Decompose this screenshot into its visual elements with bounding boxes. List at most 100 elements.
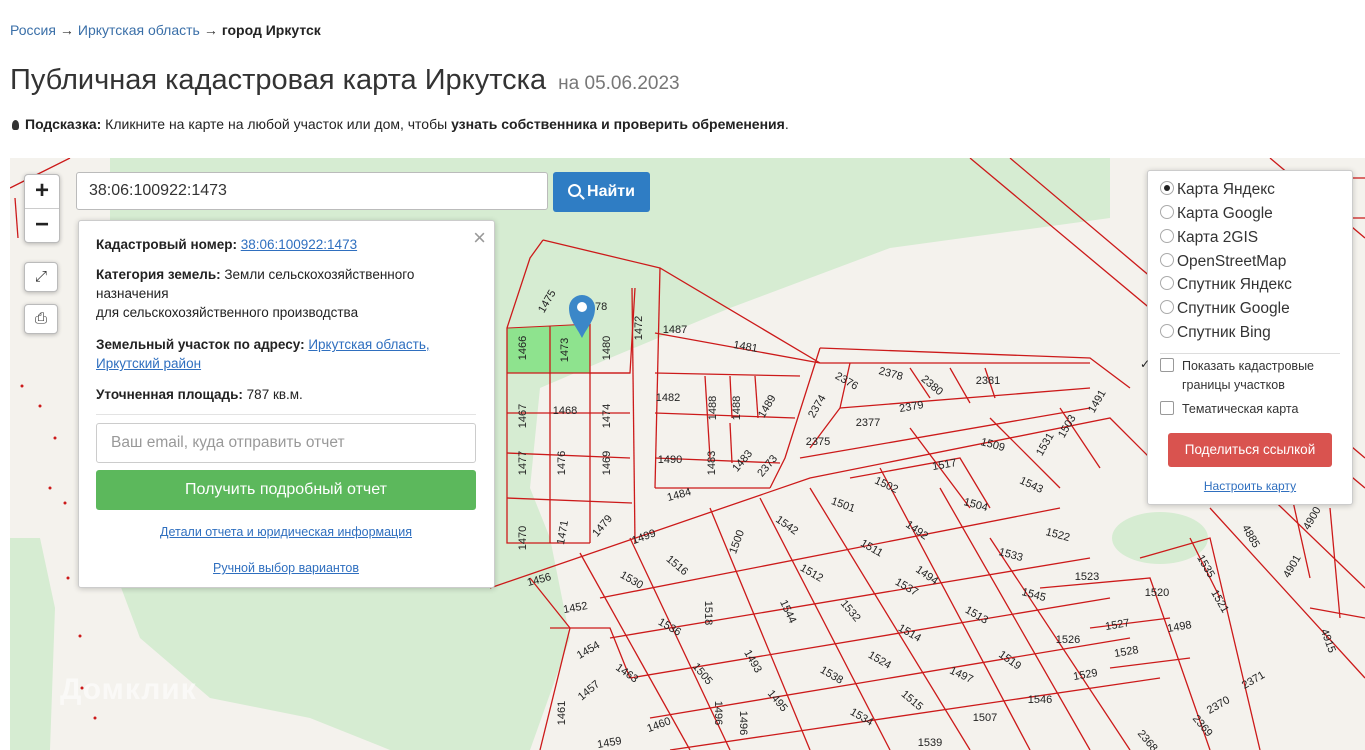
parcel-label: 2369 <box>1190 713 1215 739</box>
radio-icon[interactable] <box>1160 300 1174 314</box>
parcel-label: 2374 <box>806 393 829 420</box>
parcel-label: 1533 <box>997 546 1024 564</box>
parcel-label: 1517 <box>931 457 957 473</box>
parcel-label: 1516 <box>664 553 690 578</box>
radio-icon[interactable] <box>1160 324 1174 338</box>
lightbulb-icon <box>12 120 19 130</box>
parcel-label: 2375 <box>806 436 830 448</box>
parcel-label: 1472 <box>633 316 645 340</box>
parcel-label: 2371 <box>1240 669 1267 692</box>
page-title-date: на 05.06.2023 <box>558 73 680 94</box>
layer-option-label: Карта Яндекс <box>1177 181 1275 198</box>
radio-icon[interactable] <box>1160 253 1174 267</box>
parcel-label: 1531 <box>1034 431 1057 458</box>
parcel-label: 1530 <box>618 569 645 592</box>
layer-option-label: Карта Google <box>1177 205 1273 222</box>
parcel-label: 1521 <box>1208 588 1231 615</box>
parcel-label: 1496 <box>712 701 724 725</box>
zoom-control: + − <box>24 174 60 243</box>
radio-icon[interactable] <box>1160 229 1174 243</box>
parcel-label: 1523 <box>1075 571 1099 583</box>
layer-option-yandex-map[interactable]: Карта Яндекс <box>1160 179 1275 201</box>
land-category-label: Категория земель: <box>96 267 221 282</box>
parcel-label: 1545 <box>1020 586 1047 604</box>
parcel-label: 2379 <box>898 399 924 415</box>
print-button[interactable]: ⎙ <box>24 304 58 334</box>
get-report-button[interactable]: Получить подробный отчет <box>96 470 476 510</box>
layer-option-google-map[interactable]: Карта Google <box>1160 203 1273 225</box>
cadastral-map[interactable]: 1475 1478 1472 1487 1481 1466 1473 1480 1467 1468… <box>10 158 1365 750</box>
thematic-map-toggle[interactable]: Тематическая карта <box>1160 400 1298 419</box>
parcel-label: 4915 <box>1318 627 1338 654</box>
parcel-label: 1543 <box>1018 475 1045 496</box>
parcel-label: 4885 <box>1239 523 1262 550</box>
parcel-label: 1493 <box>741 648 764 675</box>
parcel-label: 1489 <box>756 393 779 420</box>
find-button[interactable]: Найти <box>553 172 650 212</box>
email-field[interactable] <box>96 423 476 463</box>
page-title-text: Публичная кадастровая карта Иркутска <box>10 64 547 96</box>
popup-divider <box>96 414 476 415</box>
parcel-label: 1480 <box>601 336 613 360</box>
zoom-in-button[interactable]: + <box>25 175 59 208</box>
parcel-label: 1488 <box>707 396 719 420</box>
breadcrumb-irkutsk-region[interactable]: Иркутская область <box>78 22 200 38</box>
layer-option-google-satellite[interactable]: Спутник Google <box>1160 298 1290 320</box>
layer-option-bing-satellite[interactable]: Спутник Bing <box>1160 322 1271 344</box>
parcel-label: 1509 <box>979 436 1006 454</box>
parcel-label: 1512 <box>798 562 825 585</box>
cadastral-borders-toggle[interactable]: Показать кадастровые границы участков <box>1160 357 1357 395</box>
parcel-label: 1514 <box>896 622 923 645</box>
configure-map-link[interactable]: Настроить карту <box>1148 479 1352 493</box>
hint: Подсказка: Кликните на карте на любой уч… <box>12 116 789 132</box>
parcel-label: 1502 <box>873 475 900 496</box>
radio-icon[interactable] <box>1160 276 1174 290</box>
hint-text: Кликните на карте на любой участок или д… <box>101 116 452 132</box>
parcel-label: 1513 <box>963 604 990 627</box>
parcel-label: 1524 <box>866 649 893 672</box>
fullscreen-button[interactable]: ⤢ <box>24 262 58 292</box>
page-title: Публичная кадастровая карта Иркутска на … <box>10 64 680 97</box>
checkbox-icon[interactable] <box>1160 401 1174 415</box>
parcel-label: 1518 <box>702 601 714 625</box>
layer-option-2gis-map[interactable]: Карта 2GIS <box>1160 227 1258 249</box>
breadcrumb-separator: → <box>203 22 218 38</box>
parcel-label: 1461 <box>556 701 568 725</box>
parcel-label: 1487 <box>663 324 687 336</box>
layer-option-yandex-satellite[interactable]: Спутник Яндекс <box>1160 274 1292 296</box>
hint-bold: узнать собственника и проверить обремене… <box>451 116 785 132</box>
parcel-label: 1544 <box>777 598 798 625</box>
parcel-label: 1498 <box>1166 619 1192 635</box>
parcel-label: 1528 <box>1113 644 1139 660</box>
parcel-label: 4900 <box>1301 505 1324 532</box>
cadastral-search-input[interactable] <box>76 172 548 210</box>
parcel-label: 1482 <box>656 392 680 404</box>
radio-icon[interactable] <box>1160 205 1174 219</box>
radio-icon[interactable] <box>1160 181 1174 195</box>
parcel-label: 1535 <box>1194 553 1217 580</box>
parcel-label: 1519 <box>996 649 1023 673</box>
parcel-label: 1520 <box>1145 587 1169 599</box>
report-details-link[interactable]: Детали отчета и юридическая информация <box>96 525 476 539</box>
share-link-button[interactable]: Поделиться ссылкой <box>1168 433 1332 467</box>
parcel-label: 1483 <box>706 451 718 475</box>
layer-option-label: Спутник Google <box>1177 300 1290 317</box>
printer-icon: ⎙ <box>34 310 47 327</box>
layer-option-openstreetmap[interactable]: OpenStreetMap <box>1160 251 1286 273</box>
cadastral-number-link[interactable]: 38:06:100922:1473 <box>241 237 357 252</box>
parcel-label: 1476 <box>556 451 568 475</box>
checkbox-icon[interactable] <box>1160 358 1174 372</box>
search-icon <box>568 184 582 197</box>
layer-option-label: OpenStreetMap <box>1177 253 1287 270</box>
breadcrumb-russia[interactable]: Россия <box>10 22 56 38</box>
parcel-label: 1473 <box>559 338 571 362</box>
parcel-label: 1538 <box>818 664 845 687</box>
parcel-label: 1536 <box>656 616 683 639</box>
parcel-label: 1542 <box>773 514 800 538</box>
parcel-label: 1491 <box>1086 388 1109 415</box>
zoom-out-button[interactable]: − <box>25 208 59 242</box>
domclick-watermark: Домклик <box>60 673 197 706</box>
area-row: Уточненная площадь: 787 кв.м. <box>96 385 481 404</box>
manual-selection-link[interactable]: Ручной выбор вариантов <box>96 561 476 575</box>
parcel-label: 2370 <box>1205 694 1232 717</box>
